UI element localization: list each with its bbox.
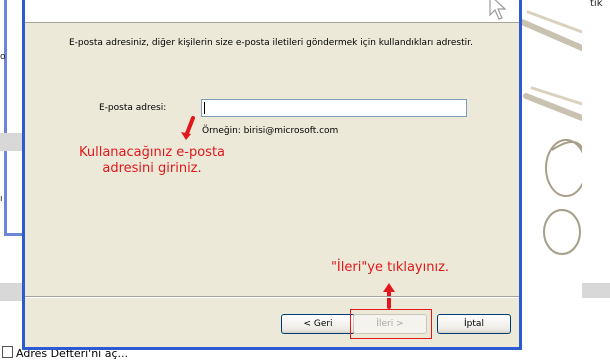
- next-button-highlight: [350, 309, 432, 339]
- background-text-fragment: tık: [590, 0, 603, 9]
- email-field-label: E-posta adresi:: [99, 103, 167, 113]
- background-right-panel: [582, 0, 610, 360]
- background-gray-band: [0, 133, 24, 151]
- annotation-enter-email: Kullanacağınız e-posta adresini giriniz.: [78, 145, 226, 176]
- email-wizard-dialog: E-posta adresiniz, diğer kişilerin size …: [22, 0, 522, 350]
- background-gray-band: [0, 283, 24, 301]
- background-pens-image: [522, 0, 582, 340]
- example-text: Örneğin: birisi@microsoft.com: [202, 126, 339, 136]
- background-text-fragment: ı: [0, 194, 3, 204]
- cancel-button[interactable]: İptal: [437, 314, 511, 334]
- background-window-frame: [4, 0, 24, 236]
- background-text-fragment: o: [0, 52, 6, 62]
- text-caret: [204, 102, 205, 114]
- red-arrow-icon: [383, 283, 395, 309]
- address-book-icon: [2, 346, 13, 358]
- annotation-click-next: "İleri"ye tıklayınız.: [330, 260, 450, 275]
- email-field[interactable]: [201, 99, 467, 117]
- instruction-text: E-posta adresiniz, diğer kişilerin size …: [69, 38, 473, 48]
- background-gray-band: [582, 283, 610, 298]
- back-button[interactable]: < Geri: [281, 314, 355, 334]
- red-arrow-icon: [181, 116, 195, 140]
- mouse-pointer-icon: [487, 0, 511, 24]
- button-area-divider: [25, 296, 519, 298]
- dialog-header: [25, 0, 519, 23]
